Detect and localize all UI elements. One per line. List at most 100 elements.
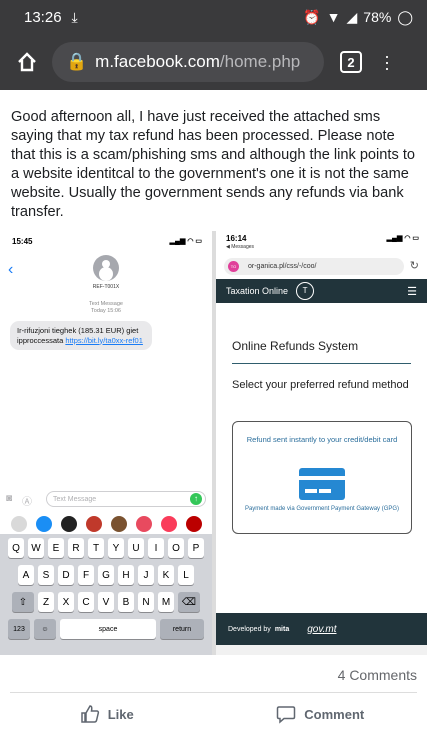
ios-keyboard: QWERTYUIOP ASDFGHJKL ⇧ Z X C V B N M ⌫ 123 ☺ spa… bbox=[0, 534, 212, 655]
key-t: T bbox=[88, 538, 104, 558]
lock-icon: 🔒 bbox=[66, 52, 88, 71]
browser-menu-icon[interactable]: · · · bbox=[384, 47, 390, 77]
status-time: 13:26 bbox=[24, 8, 62, 26]
key-e: E bbox=[48, 538, 64, 558]
key-l: L bbox=[178, 565, 194, 585]
key-c: C bbox=[78, 592, 94, 612]
battery-text: 78% bbox=[363, 9, 392, 25]
sms-message-link: https://bit.ly/ta0xx-ref01 bbox=[65, 335, 143, 345]
memoji-app-icon bbox=[85, 516, 102, 532]
address-bar[interactable]: 🔒 m.facebook.com/home.php bbox=[52, 42, 324, 82]
comment-label: Comment bbox=[304, 706, 365, 722]
key-o: O bbox=[168, 538, 184, 558]
sms-header: Text Message Today 15:06 bbox=[89, 301, 123, 314]
like-label: Like bbox=[107, 706, 134, 722]
sms-status-icons: ▂▄▆ ◠ ▭ bbox=[169, 238, 202, 245]
home-icon bbox=[18, 52, 36, 72]
key-j: J bbox=[138, 565, 154, 585]
refund-method-label: Select your preferred refund method bbox=[232, 379, 409, 391]
emoji-key-icon: ☺ bbox=[34, 619, 56, 639]
wifi-icon: ▼ bbox=[326, 9, 341, 25]
key-a: A bbox=[18, 565, 34, 585]
reload-icon: ↻ bbox=[409, 260, 419, 272]
music-app-icon bbox=[160, 516, 177, 532]
sms-compose: ◙ Ⓐ Text Message ↑ bbox=[6, 490, 206, 508]
site-navbar: Taxation Online T ☰ bbox=[216, 279, 427, 303]
sms-status-time: 15:45 bbox=[12, 237, 33, 246]
url-domain: m.facebook.com bbox=[95, 52, 220, 71]
appstore-app-icon bbox=[35, 516, 52, 532]
post-text: Good afternoon all, I have just received… bbox=[11, 109, 415, 220]
like-button[interactable]: Like bbox=[0, 700, 214, 728]
key-q: Q bbox=[8, 538, 24, 558]
web-back-messages: ◀ Messages bbox=[226, 244, 255, 250]
website-screenshot: 16:14 ▂▄▆ ◠ ▭ ◀ Messages TO or-ganica.pl/… bbox=[216, 231, 427, 655]
key-d: D bbox=[58, 565, 74, 585]
search-app-icon bbox=[135, 516, 152, 532]
key-p: P bbox=[188, 538, 204, 558]
home-button[interactable] bbox=[10, 45, 44, 79]
sms-screenshot: 15:45 ▂▄▆ ◠ ▭ ‹ REF-T001X Text Message To… bbox=[0, 231, 212, 655]
card-refund-option: Refund sent instantly to your credit/deb… bbox=[232, 421, 412, 534]
key-u: U bbox=[128, 538, 144, 558]
alarm-icon: ⏰ bbox=[303, 8, 321, 25]
contact-name: REF-T001X bbox=[92, 284, 120, 290]
key-b: B bbox=[118, 592, 134, 612]
signal-icon: ◢ bbox=[346, 8, 358, 25]
web-status-time: 16:14 bbox=[226, 234, 247, 243]
contact-avatar bbox=[93, 255, 119, 281]
web-bottom-bar bbox=[216, 645, 427, 655]
key-v: V bbox=[98, 592, 114, 612]
comment-button[interactable]: Comment bbox=[214, 700, 427, 728]
key-k: K bbox=[158, 565, 174, 585]
key-h: H bbox=[118, 565, 134, 585]
browser-toolbar: 🔒 m.facebook.com/home.php 2 · · · bbox=[0, 34, 427, 90]
key-x: X bbox=[58, 592, 74, 612]
key-n: N bbox=[138, 592, 154, 612]
web-status-icons: ▂▄▆ ◠ ▭ bbox=[386, 235, 419, 242]
site-footer: Developed by mita gov.mt bbox=[216, 613, 427, 645]
system-status-bar: 13:26 ⤓ ⏰ ▼ ◢ 78% ◯ bbox=[0, 0, 427, 34]
post-attachment[interactable]: 15:45 ▂▄▆ ◠ ▭ ‹ REF-T001X Text Message To… bbox=[0, 231, 427, 655]
send-icon: ↑ bbox=[190, 493, 202, 505]
actions-divider bbox=[10, 692, 417, 693]
key-123: 123 bbox=[8, 619, 30, 639]
key-s: S bbox=[38, 565, 54, 585]
card-option-subtitle: Payment made via Government Payment Gate… bbox=[244, 506, 400, 512]
key-r: R bbox=[68, 538, 84, 558]
mita-logo: mita bbox=[274, 625, 290, 633]
sms-input: Text Message bbox=[46, 491, 206, 507]
key-space: space bbox=[60, 619, 156, 639]
appstore-icon: Ⓐ bbox=[22, 497, 32, 508]
thumbs-up-icon bbox=[80, 705, 99, 723]
site-nav-title: Taxation Online bbox=[226, 286, 289, 296]
key-z: Z bbox=[38, 592, 54, 612]
tab-switcher-button[interactable]: 2 bbox=[340, 51, 362, 73]
battery-icon: ◯ bbox=[397, 8, 413, 25]
title-divider bbox=[232, 363, 411, 364]
imessage-app-strip bbox=[0, 514, 212, 534]
comment-icon bbox=[277, 706, 296, 724]
key-w: W bbox=[28, 538, 44, 558]
key-y: Y bbox=[108, 538, 124, 558]
card-option-title: Refund sent instantly to your credit/deb… bbox=[246, 435, 398, 444]
backspace-key-icon: ⌫ bbox=[178, 592, 200, 612]
key-f: F bbox=[78, 565, 94, 585]
animoji-app-icon bbox=[110, 516, 127, 532]
key-g: G bbox=[98, 565, 114, 585]
site-page-title: Online Refunds System bbox=[232, 339, 359, 353]
sms-bubble: Ir-rifuzjoni tieghek (185.31 EUR) giet i… bbox=[10, 321, 152, 350]
shift-key-icon: ⇧ bbox=[12, 592, 34, 612]
photos-app-icon bbox=[10, 516, 27, 532]
comments-count-link[interactable]: 4 Comments bbox=[338, 667, 417, 683]
url-path: /home.php bbox=[219, 52, 301, 71]
web-url-text: or-ganica.pl/css/-/coo/ bbox=[248, 263, 317, 270]
post-actions: Like Comment bbox=[0, 700, 427, 728]
activity-app-icon bbox=[60, 516, 77, 532]
back-chevron-icon: ‹ bbox=[8, 261, 14, 278]
web-url-bar: TO or-ganica.pl/css/-/coo/ bbox=[224, 258, 404, 275]
credit-card-icon bbox=[299, 468, 345, 500]
key-m: M bbox=[158, 592, 174, 612]
key-i: I bbox=[148, 538, 164, 558]
govmt-logo: gov.mt bbox=[307, 623, 337, 635]
